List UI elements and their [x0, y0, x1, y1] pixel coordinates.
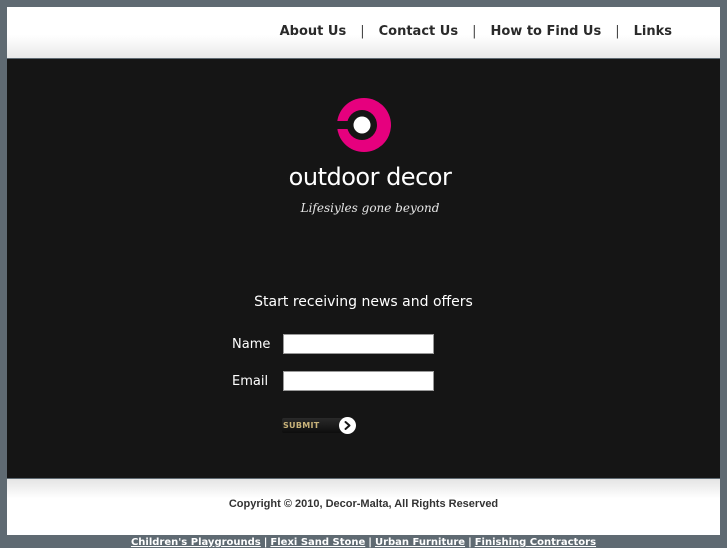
submit-label: SUBMIT — [282, 418, 345, 433]
nav-separator: | — [615, 24, 620, 39]
nav-separator: | — [360, 24, 365, 39]
link-urban-furniture[interactable]: Urban Furniture — [375, 537, 465, 548]
top-nav-bar: About Us | Contact Us | How to Find Us |… — [7, 7, 720, 58]
logo-ring-icon — [336, 98, 391, 152]
link-separator: | — [263, 537, 268, 548]
name-input[interactable] — [283, 334, 434, 354]
link-finishing-contractors[interactable]: Finishing Contractors — [475, 537, 596, 548]
brand-logo: outdoor decor Lifesiyles gone beyond — [275, 97, 465, 229]
link-separator: | — [468, 537, 472, 548]
nav-about-us[interactable]: About Us — [280, 24, 347, 39]
chevron-right-icon — [339, 417, 356, 434]
name-row: Name — [232, 334, 434, 354]
nav-how-to-find-us[interactable]: How to Find Us — [490, 24, 601, 39]
name-label: Name — [232, 336, 271, 352]
nav-separator: | — [472, 24, 477, 39]
signup-headline: Start receiving news and offers — [254, 294, 473, 310]
footer: Copyright © 2010, Decor-Malta, All Right… — [7, 479, 720, 535]
logo-wordmark: outdoor decor — [288, 163, 452, 191]
link-childrens-playgrounds[interactable]: Children's Playgrounds — [131, 537, 261, 548]
nav-contact-us[interactable]: Contact Us — [379, 24, 458, 39]
main-panel: outdoor decor Lifesiyles gone beyond Sta… — [7, 59, 720, 478]
email-label: Email — [232, 373, 269, 389]
copyright-text: Copyright © 2010, Decor-Malta, All Right… — [228, 498, 499, 510]
email-input[interactable] — [283, 371, 434, 391]
nav-links[interactable]: Links — [634, 24, 672, 39]
submit-button[interactable]: SUBMIT — [282, 416, 358, 435]
main-nav: About Us | Contact Us | How to Find Us |… — [280, 24, 672, 39]
link-flexi-sand-stone[interactable]: Flexi Sand Stone — [270, 537, 365, 548]
logo-tagline: Lifesiyles gone beyond — [300, 201, 440, 215]
email-row: Email — [232, 371, 434, 391]
bottom-links: Children's Playgrounds | Flexi Sand Stone |… — [0, 537, 727, 548]
link-separator: | — [368, 537, 372, 548]
